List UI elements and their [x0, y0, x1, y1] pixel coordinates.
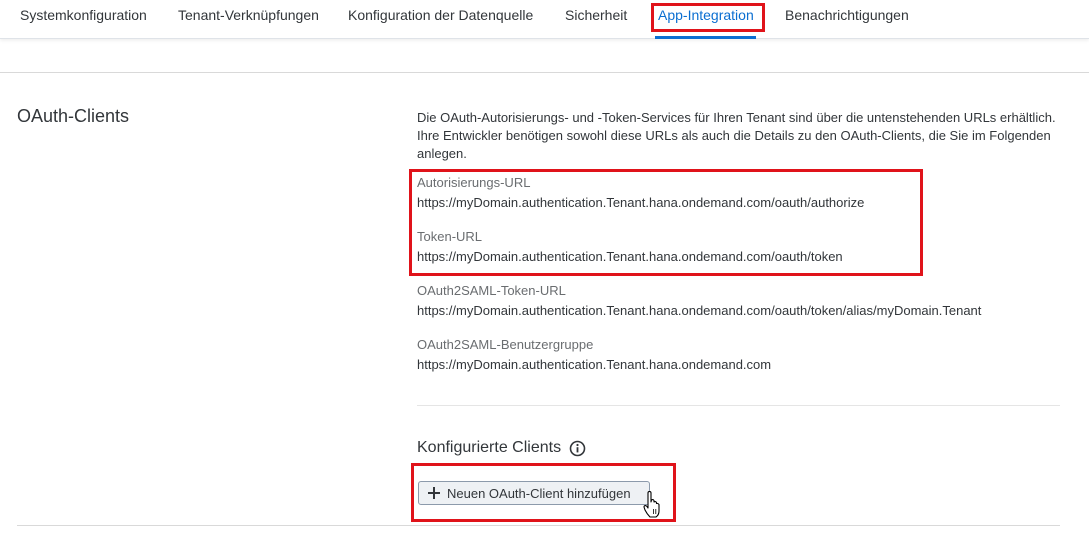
section-divider-top	[0, 72, 1089, 73]
tab-tenant-verknuepfungen[interactable]: Tenant-Verknüpfungen	[178, 7, 319, 23]
tab-konfiguration-datenquelle[interactable]: Konfiguration der Datenquelle	[348, 7, 533, 23]
tab-systemkonfiguration[interactable]: Systemkonfiguration	[20, 7, 147, 23]
tab-bar: Systemkonfiguration Tenant-Verknüpfungen…	[0, 0, 1089, 39]
configured-clients-title: Konfigurierte Clients	[417, 439, 562, 456]
button-highlight-box	[411, 463, 676, 522]
info-icon[interactable]	[569, 440, 586, 457]
tab-highlight-box	[651, 3, 765, 32]
saml-user-group-label: OAuth2SAML-Benutzergruppe	[417, 337, 594, 352]
clients-divider	[417, 405, 1060, 406]
tab-benachrichtigungen[interactable]: Benachrichtigungen	[785, 7, 909, 23]
url-highlight-box	[409, 169, 923, 276]
section-title: OAuth-Clients	[17, 106, 130, 126]
saml-user-group-value: https://myDomain.authentication.Tenant.h…	[417, 357, 772, 372]
saml-token-url-value: https://myDomain.authentication.Tenant.h…	[417, 303, 982, 318]
saml-token-url-label: OAuth2SAML-Token-URL	[417, 283, 566, 298]
section-divider-bottom	[17, 525, 1060, 526]
section-description: Die OAuth-Autorisierungs- und -Token-Ser…	[417, 110, 1056, 161]
tab-sicherheit[interactable]: Sicherheit	[565, 7, 627, 23]
selected-tab-indicator	[655, 36, 756, 39]
configured-clients-heading: Konfigurierte Clients	[417, 439, 586, 457]
